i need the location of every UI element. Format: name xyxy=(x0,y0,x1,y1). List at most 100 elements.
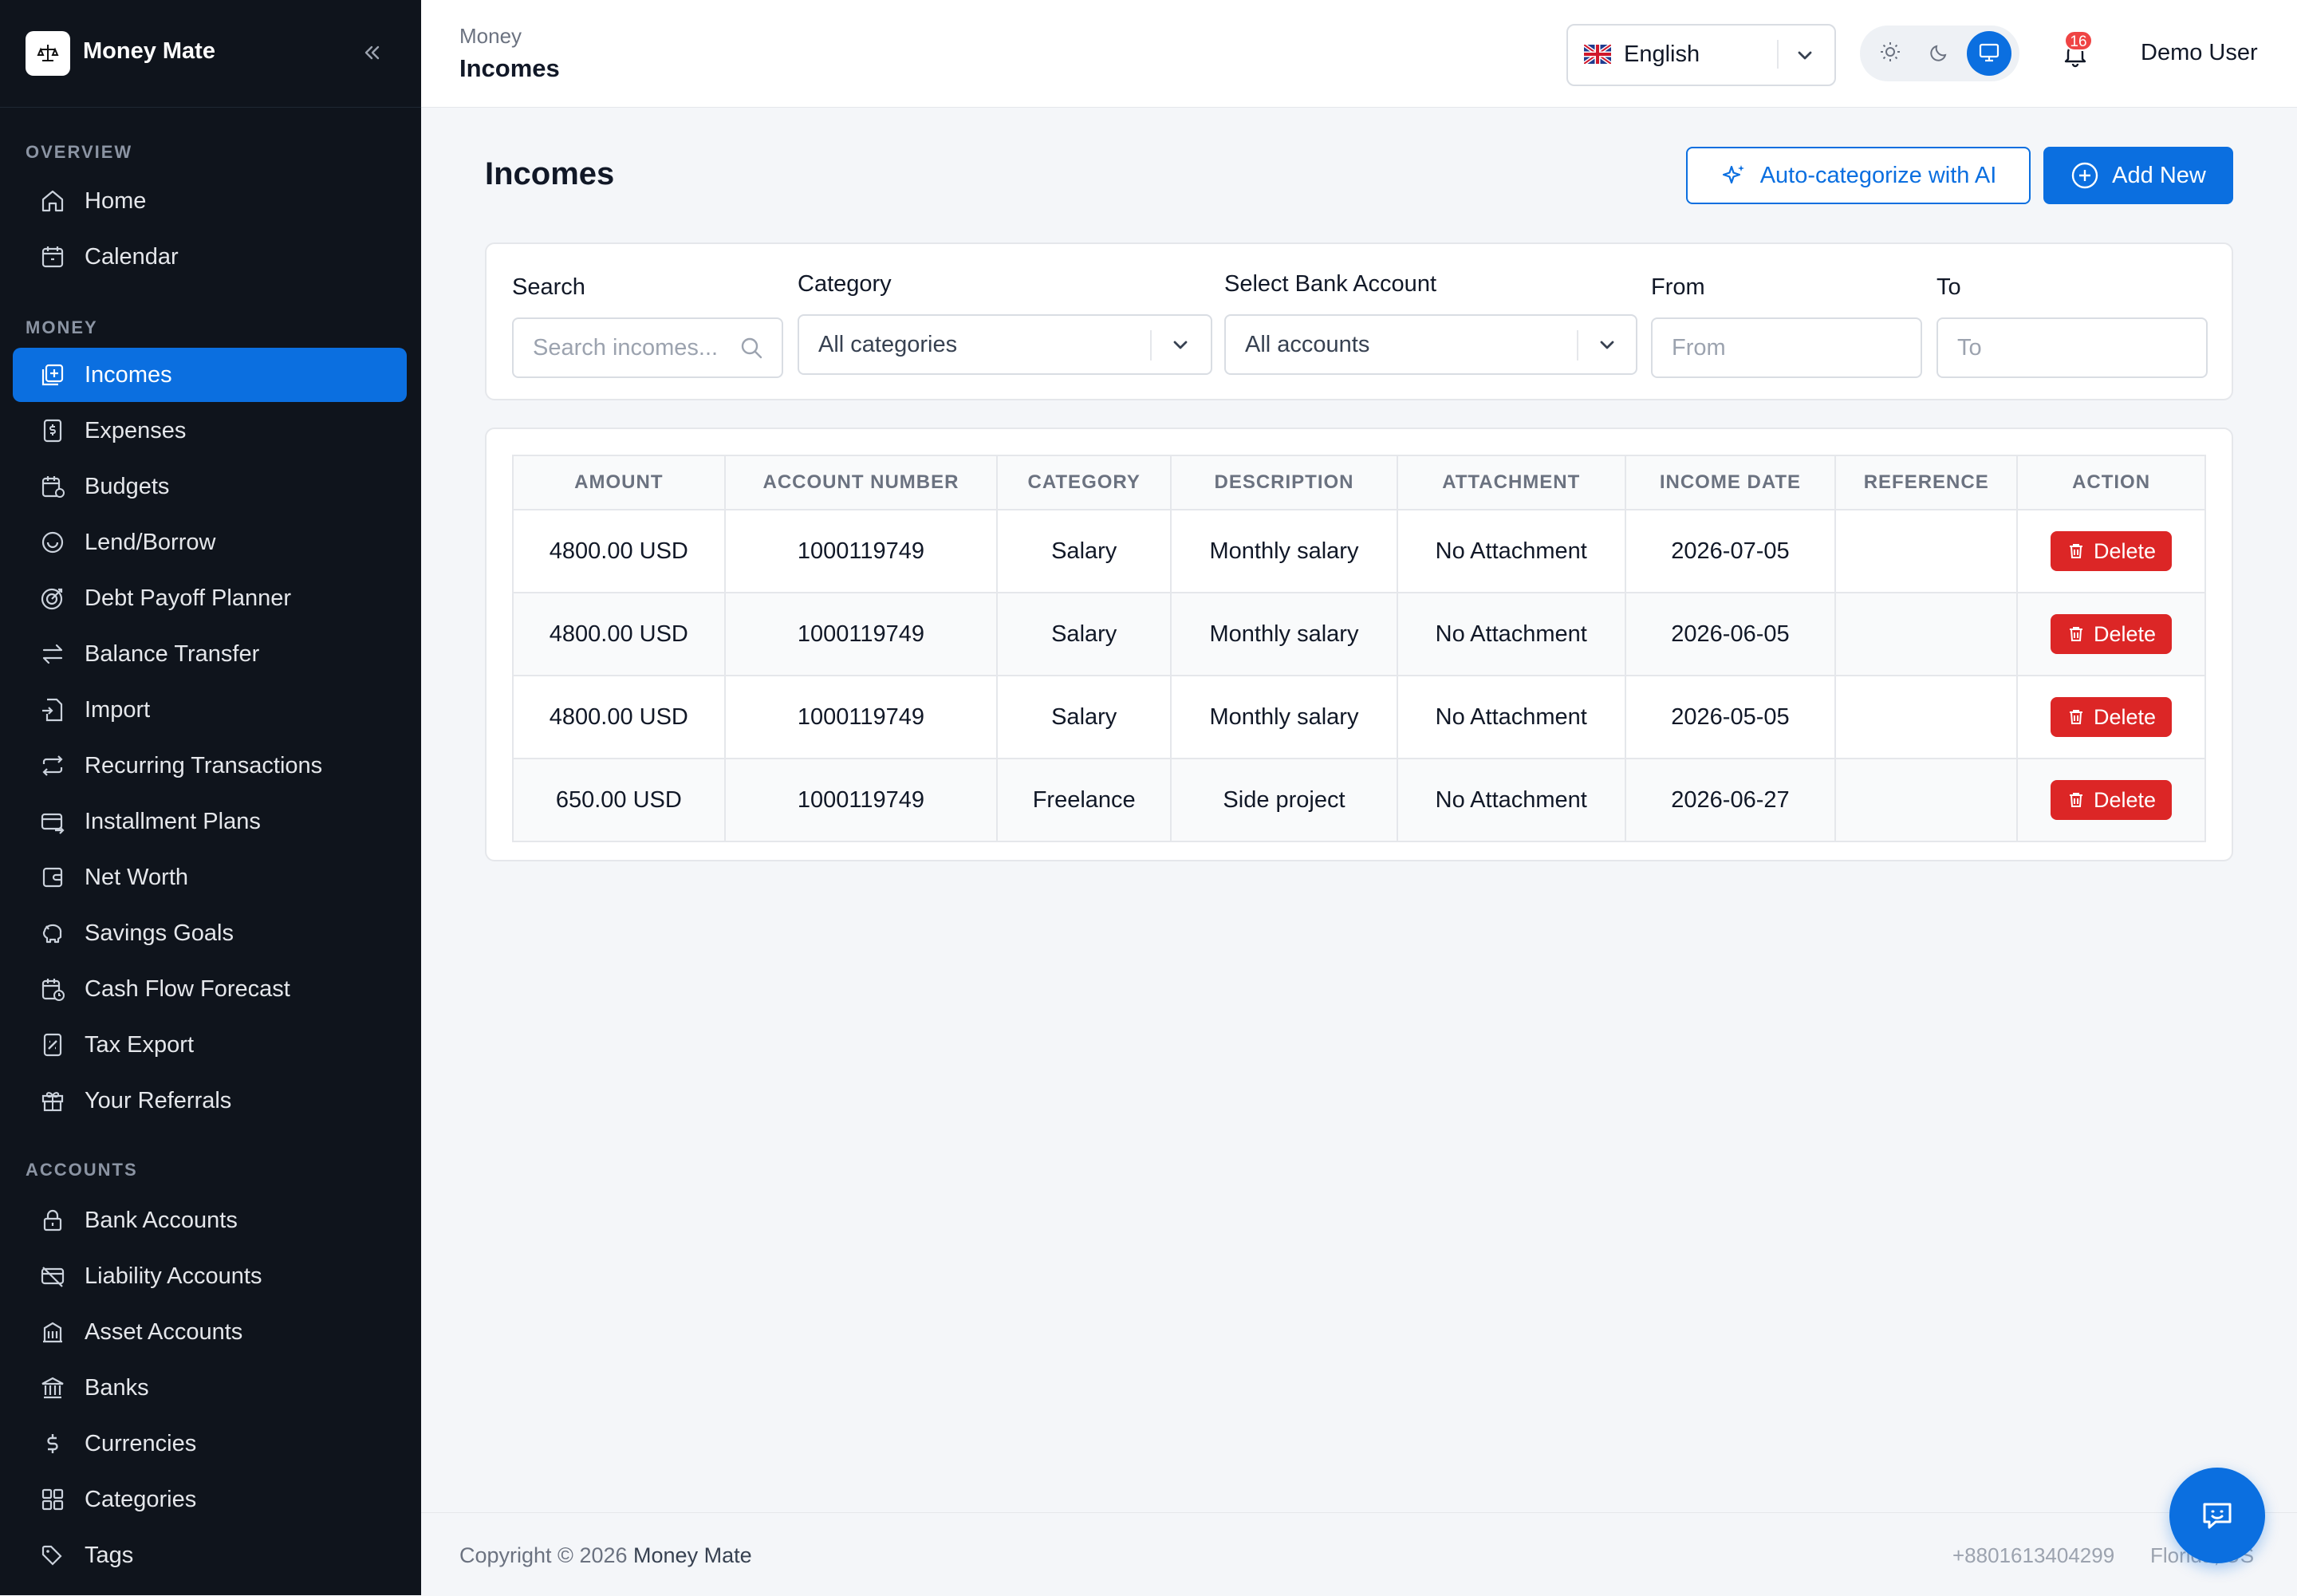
wallet-icon xyxy=(37,861,69,893)
user-menu[interactable]: Demo User xyxy=(2141,40,2258,66)
top-header: Money Incomes English 16 Demo User xyxy=(421,0,2297,108)
sidebar-item-net-worth[interactable]: Net Worth xyxy=(13,850,407,904)
sidebar: Money Mate OVERVIEW Home Calendar MONEY … xyxy=(0,0,421,1595)
category-select[interactable]: All categories xyxy=(798,314,1212,375)
sidebar-item-installment-plans[interactable]: Installment Plans xyxy=(13,794,407,849)
category-label: Category xyxy=(798,271,892,297)
sidebar-item-savings-goals[interactable]: Savings Goals xyxy=(13,906,407,960)
add-new-button[interactable]: Add New xyxy=(2043,147,2233,204)
chat-button[interactable] xyxy=(2169,1468,2265,1563)
sidebar-item-budgets[interactable]: Budgets xyxy=(13,459,407,514)
sidebar-item-import[interactable]: Import xyxy=(13,683,407,737)
action-cell: Delete xyxy=(2016,509,2206,593)
sidebar-item-label: Debt Payoff Planner xyxy=(85,585,292,611)
liability-icon xyxy=(37,1260,69,1292)
table-row: 4800.00 USD 1000119749 Salary Monthly sa… xyxy=(512,675,2206,759)
delete-label: Delete xyxy=(2094,621,2157,646)
amount-cell: 4800.00 USD xyxy=(512,592,726,676)
sidebar-item-label: Expenses xyxy=(85,417,187,443)
to-placeholder: To xyxy=(1957,334,1982,361)
bank-lock-icon xyxy=(37,1204,69,1236)
system-theme-button[interactable] xyxy=(1967,31,2011,76)
sidebar-item-home[interactable]: Home xyxy=(13,174,407,228)
category-cell: Salary xyxy=(996,592,1172,676)
language-select[interactable]: English xyxy=(1566,24,1836,86)
bank-icon xyxy=(37,1372,69,1404)
bank-account-value: All accounts xyxy=(1245,331,1370,357)
income-date-cell: 2026-07-05 xyxy=(1624,509,1837,593)
sidebar-item-your-referrals[interactable]: Your Referrals xyxy=(13,1074,407,1128)
column-header[interactable]: AMOUNT xyxy=(512,455,726,510)
sidebar-item-expenses[interactable]: Expenses xyxy=(13,404,407,458)
sidebar-item-tax-export[interactable]: Tax Export xyxy=(13,1018,407,1072)
column-header[interactable]: CATEGORY xyxy=(996,455,1172,510)
account-number-cell: 1000119749 xyxy=(723,675,999,759)
chevron-down-icon[interactable] xyxy=(1791,41,1818,73)
chat-icon xyxy=(2197,1495,2238,1536)
description-cell: Side project xyxy=(1170,758,1398,842)
breadcrumb-parent[interactable]: Money xyxy=(459,24,522,49)
scales-logo-icon[interactable] xyxy=(26,31,70,76)
trash-icon xyxy=(2067,542,2094,561)
amount-cell: 650.00 USD xyxy=(512,758,726,842)
income-date-cell: 2026-05-05 xyxy=(1624,675,1837,759)
sidebar-item-balance-transfer[interactable]: Balance Transfer xyxy=(13,627,407,681)
chevron-down-icon[interactable] xyxy=(1593,330,1621,365)
sidebar-item-banks[interactable]: Banks xyxy=(13,1361,407,1415)
select-divider xyxy=(1577,330,1578,361)
sidebar-item-label: Calendar xyxy=(85,243,179,270)
search-input[interactable]: Search incomes... xyxy=(512,317,783,378)
auto-categorize-ai-button[interactable]: Auto-categorize with AI xyxy=(1686,147,2031,204)
sidebar-item-bank-accounts[interactable]: Bank Accounts xyxy=(13,1193,407,1247)
piggy-bank-icon xyxy=(37,917,69,949)
sidebar-item-asset-accounts[interactable]: Asset Accounts xyxy=(13,1305,407,1359)
delete-button[interactable]: Delete xyxy=(2051,780,2173,820)
brand-name[interactable]: Money Mate xyxy=(83,38,215,65)
sidebar-item-lend-borrow[interactable]: Lend/Borrow xyxy=(13,515,407,569)
category-value: All categories xyxy=(818,331,958,357)
chevron-down-icon[interactable] xyxy=(1166,330,1195,365)
sidebar-item-incomes[interactable]: Incomes xyxy=(13,348,407,402)
sidebar-item-currencies[interactable]: Currencies xyxy=(13,1417,407,1471)
incomes-table-card: AMOUNT ACCOUNT NUMBER CATEGORY DESCRIPTI… xyxy=(485,428,2233,861)
sidebar-item-recurring-transactions[interactable]: Recurring Transactions xyxy=(13,739,407,793)
sidebar-item-label: Your Referrals xyxy=(85,1087,232,1113)
action-cell: Delete xyxy=(2016,675,2206,759)
column-header[interactable]: DESCRIPTION xyxy=(1170,455,1398,510)
delete-button[interactable]: Delete xyxy=(2051,697,2173,737)
collapse-sidebar-icon[interactable] xyxy=(356,37,388,69)
target-icon xyxy=(37,582,69,614)
to-date-input[interactable]: To xyxy=(1936,317,2208,378)
sidebar-item-debt-payoff-planner[interactable]: Debt Payoff Planner xyxy=(13,571,407,625)
transfer-icon xyxy=(37,638,69,670)
sidebar-item-label: Import xyxy=(85,696,151,723)
sparkles-icon xyxy=(1720,162,1760,189)
footer-brand-link[interactable]: Money Mate xyxy=(633,1543,752,1567)
description-cell: Monthly salary xyxy=(1170,509,1398,593)
column-header[interactable]: INCOME DATE xyxy=(1624,455,1837,510)
sidebar-item-categories[interactable]: Categories xyxy=(13,1472,407,1527)
sidebar-item-liability-accounts[interactable]: Liability Accounts xyxy=(13,1249,407,1303)
monitor-icon xyxy=(1977,40,2001,68)
delete-label: Delete xyxy=(2094,787,2157,812)
uk-flag-icon xyxy=(1582,42,1613,68)
reference-cell xyxy=(1834,509,2019,593)
gift-icon xyxy=(37,1085,69,1117)
delete-button[interactable]: Delete xyxy=(2051,531,2173,571)
delete-button[interactable]: Delete xyxy=(2051,614,2173,654)
light-theme-button[interactable] xyxy=(1868,31,1913,76)
column-header[interactable]: ATTACHMENT xyxy=(1396,455,1626,510)
search-placeholder: Search incomes... xyxy=(533,334,719,361)
lend-borrow-icon xyxy=(37,526,69,558)
sidebar-item-label: Balance Transfer xyxy=(85,640,260,667)
bank-account-select[interactable]: All accounts xyxy=(1224,314,1637,375)
dark-theme-button[interactable] xyxy=(1917,31,1962,76)
sidebar-item-calendar[interactable]: Calendar xyxy=(13,230,407,284)
from-date-input[interactable]: From xyxy=(1651,317,1922,378)
action-cell: Delete xyxy=(2016,592,2206,676)
column-header[interactable]: REFERENCE xyxy=(1834,455,2019,510)
sidebar-item-cash-flow-forecast[interactable]: Cash Flow Forecast xyxy=(13,962,407,1016)
sidebar-item-tags[interactable]: Tags xyxy=(13,1528,407,1582)
column-header[interactable]: ACCOUNT NUMBER xyxy=(723,455,999,510)
sidebar-item-label: Liability Accounts xyxy=(85,1263,262,1289)
